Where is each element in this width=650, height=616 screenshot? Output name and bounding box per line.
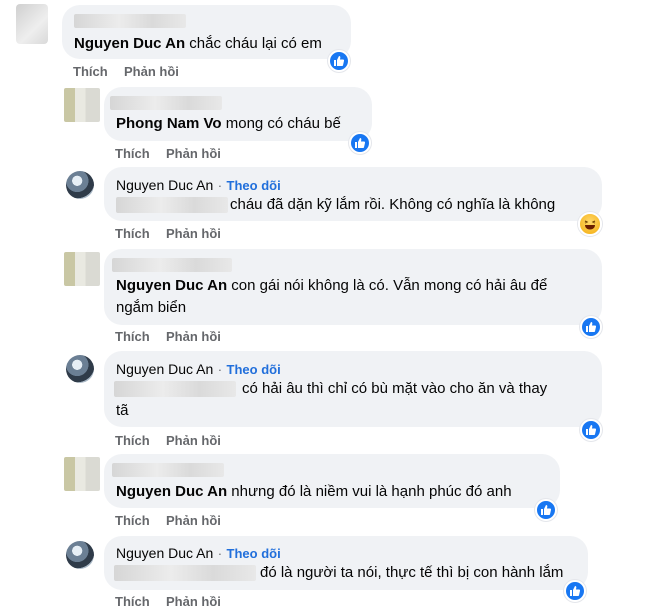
- comment-bubble: Phong Nam Vo mong có cháu bế: [104, 87, 372, 141]
- commenter-name[interactable]: Nguyen Duc An: [74, 35, 185, 52]
- comment-bubble: Nguyen Duc An · Theo dõi có hải âu thì c…: [104, 351, 602, 427]
- comment-text: cháu đã dặn kỹ lắm rồi. Không có nghĩa l…: [230, 196, 556, 213]
- commenter-name[interactable]: Nguyen Duc An: [116, 177, 213, 193]
- commenter-name[interactable]: Nguyen Duc An: [116, 277, 227, 294]
- like-button[interactable]: Thích: [73, 64, 108, 79]
- blurred-name: [74, 14, 186, 28]
- avatar[interactable]: [66, 355, 94, 383]
- reply-button[interactable]: Phản hồi: [166, 146, 221, 161]
- comment-bubble: Nguyen Duc An chắc cháu lại có em: [62, 5, 351, 59]
- comment-bubble: Nguyen Duc An nhưng đó là niềm vui là hạ…: [104, 454, 560, 508]
- reply-button[interactable]: Phản hồi: [166, 329, 221, 344]
- like-button[interactable]: Thích: [115, 329, 150, 344]
- blurred-mention: [116, 197, 228, 213]
- comment-text: con gái nói không là có. Vẫn mong có hải…: [231, 277, 548, 294]
- comment-text-continued: tã: [116, 402, 129, 419]
- like-icon[interactable]: [564, 580, 586, 602]
- comment-text: có hải âu thì chỉ có bù mặt vào cho ăn v…: [242, 380, 548, 397]
- avatar[interactable]: [66, 171, 94, 199]
- comment-text: chắc cháu lại có em: [189, 35, 322, 52]
- like-icon[interactable]: [535, 499, 557, 521]
- haha-icon[interactable]: [578, 212, 602, 236]
- commenter-name[interactable]: Phong Nam Vo: [116, 115, 222, 132]
- like-button[interactable]: Thích: [115, 226, 150, 241]
- like-button[interactable]: Thích: [115, 594, 150, 609]
- like-icon[interactable]: [580, 419, 602, 441]
- like-button[interactable]: Thích: [115, 433, 150, 448]
- reply-button[interactable]: Phản hồi: [166, 433, 221, 448]
- blurred-mention: [114, 565, 256, 581]
- blurred-name: [112, 258, 232, 272]
- reply-button[interactable]: Phản hồi: [166, 226, 221, 241]
- comment-bubble: Nguyen Duc An · Theo dõi đó là người ta …: [104, 536, 588, 590]
- commenter-name[interactable]: Nguyen Duc An: [116, 361, 213, 377]
- commenter-name[interactable]: Nguyen Duc An: [116, 483, 227, 500]
- reply-button[interactable]: Phản hồi: [166, 513, 221, 528]
- blurred-name: [110, 96, 222, 110]
- like-button[interactable]: Thích: [115, 513, 150, 528]
- avatar[interactable]: [66, 541, 94, 569]
- like-icon[interactable]: [580, 316, 602, 338]
- follow-link[interactable]: Theo dõi: [227, 178, 281, 193]
- like-icon[interactable]: [349, 132, 371, 154]
- reply-button[interactable]: Phản hồi: [124, 64, 179, 79]
- avatar[interactable]: [64, 457, 100, 491]
- separator-dot: ·: [217, 362, 223, 377]
- avatar[interactable]: [64, 252, 100, 286]
- like-icon[interactable]: [328, 50, 350, 72]
- comment-bubble: Nguyen Duc An con gái nói không là có. V…: [104, 249, 602, 325]
- separator-dot: ·: [217, 178, 223, 193]
- comment-text-continued: ngắm biển: [116, 299, 187, 316]
- follow-link[interactable]: Theo dõi: [227, 362, 281, 377]
- comment-text: mong có cháu bế: [225, 115, 341, 132]
- comment-bubble: Nguyen Duc An · Theo dõi cháu đã dặn kỹ …: [104, 167, 602, 221]
- like-button[interactable]: Thích: [115, 146, 150, 161]
- reply-button[interactable]: Phản hồi: [166, 594, 221, 609]
- comment-text: nhưng đó là niềm vui là hạnh phúc đó anh: [231, 483, 512, 500]
- follow-link[interactable]: Theo dõi: [227, 546, 281, 561]
- blurred-mention: [114, 381, 236, 397]
- commenter-name[interactable]: Nguyen Duc An: [116, 545, 213, 561]
- comment-text: đó là người ta nói, thực tế thì bị con h…: [260, 564, 564, 581]
- avatar[interactable]: [16, 4, 48, 44]
- avatar[interactable]: [64, 88, 100, 122]
- separator-dot: ·: [217, 546, 223, 561]
- blurred-name: [112, 463, 224, 477]
